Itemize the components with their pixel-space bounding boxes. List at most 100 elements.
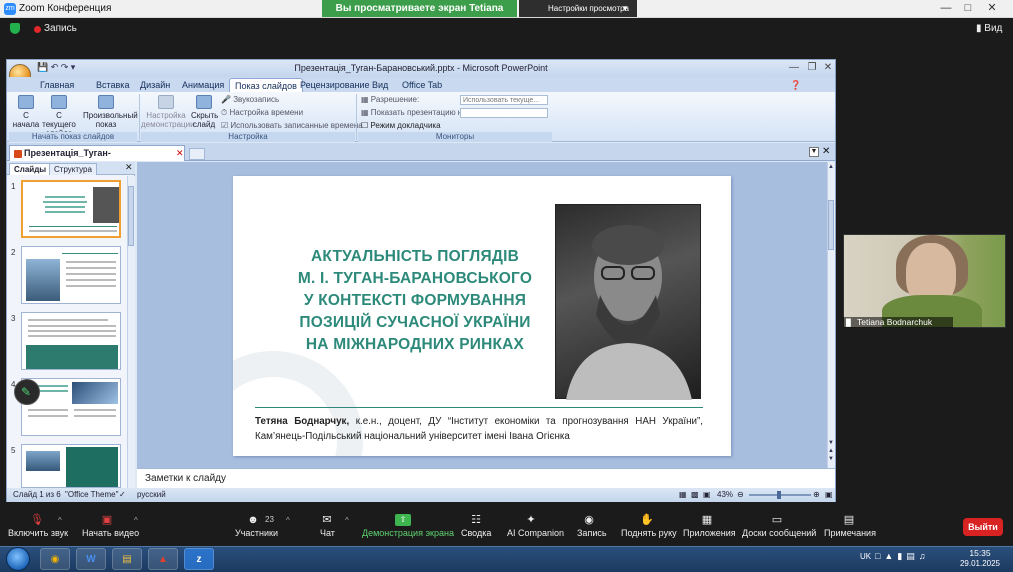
view-sorter-icon[interactable]: ▩ bbox=[691, 488, 699, 502]
custom-show-button[interactable]: Произвольный показ bbox=[83, 95, 138, 129]
chrome-icon[interactable]: ◉ bbox=[40, 548, 70, 570]
scroll-down-icon[interactable]: ▼ bbox=[828, 440, 834, 446]
document-tab[interactable]: Презентація_Туган-Барановський.pptx ✕ bbox=[9, 145, 185, 173]
windows-start-button[interactable] bbox=[6, 547, 30, 571]
setup-show-button[interactable]: Настройка демонстрации bbox=[141, 95, 195, 129]
zoom-taskbar-icon[interactable]: z bbox=[184, 548, 214, 570]
leave-button[interactable]: Выйти bbox=[963, 518, 1003, 536]
shield-icon[interactable] bbox=[10, 23, 20, 34]
raise-hand-icon[interactable]: ✋ bbox=[640, 514, 654, 526]
quick-access-toolbar[interactable]: 💾 ↶ ↷ ▾ bbox=[37, 62, 75, 73]
raise-hand-button[interactable]: Поднять руку bbox=[621, 528, 677, 538]
new-tab-button[interactable] bbox=[189, 148, 205, 160]
apps-button[interactable]: Приложения bbox=[683, 528, 736, 538]
prev-slide-icon[interactable]: ▲ bbox=[828, 448, 834, 454]
chat-button[interactable]: Чат bbox=[320, 528, 335, 538]
view-slideshow-icon[interactable]: ▣ bbox=[703, 488, 711, 502]
tab-insert[interactable]: Вставка bbox=[91, 78, 134, 92]
pane-close-icon[interactable]: ✕ bbox=[125, 162, 133, 173]
audio-options-icon[interactable]: ^ bbox=[58, 516, 62, 525]
minimize-icon[interactable]: — bbox=[936, 0, 956, 17]
tab-design[interactable]: Дизайн bbox=[135, 78, 175, 92]
ai-sparkle-icon[interactable]: ✦ bbox=[524, 514, 538, 526]
presenter-view-checkbox[interactable]: ☐ Режим докладчика bbox=[361, 121, 441, 130]
participants-icon[interactable]: ☻ bbox=[246, 514, 260, 526]
video-options-icon[interactable]: ^ bbox=[134, 516, 138, 525]
ppt-close-icon[interactable]: ✕ bbox=[819, 61, 837, 75]
language-label[interactable]: русский bbox=[137, 488, 166, 502]
clock-date[interactable]: 29.01.2025 bbox=[955, 559, 1005, 568]
tab-office-tab[interactable]: Office Tab bbox=[397, 78, 447, 92]
slide-thumbnail-5[interactable] bbox=[21, 444, 121, 488]
microphone-muted-icon[interactable]: 🎙 bbox=[30, 514, 44, 526]
maximize-icon[interactable]: □ bbox=[958, 0, 978, 17]
spellcheck-icon[interactable]: ✓ bbox=[119, 488, 126, 502]
fit-window-icon[interactable]: ▣ bbox=[825, 488, 833, 502]
help-icon[interactable]: ❓ bbox=[785, 78, 806, 92]
view-normal-icon[interactable]: ▦ bbox=[679, 488, 687, 502]
start-video-button[interactable]: Начать видео bbox=[82, 528, 139, 538]
share-screen-button[interactable]: Демонстрация экрана bbox=[362, 528, 454, 538]
boards-icon[interactable]: ▭ bbox=[770, 514, 784, 526]
notes-pane[interactable]: Заметки к слайду bbox=[137, 468, 835, 488]
next-slide-icon[interactable]: ▼ bbox=[828, 456, 834, 462]
recording-label[interactable]: Запись bbox=[44, 23, 77, 34]
tab-animation[interactable]: Анимация bbox=[177, 78, 229, 92]
video-off-icon[interactable]: ▣ bbox=[100, 514, 114, 526]
unmute-button[interactable]: Включить звук bbox=[8, 528, 68, 538]
participant-video[interactable] bbox=[843, 234, 1006, 328]
tab-home[interactable]: Главная bbox=[35, 78, 79, 92]
close-icon[interactable]: ✕ bbox=[982, 0, 1002, 17]
use-timings-checkbox[interactable]: ☑ Использовать записанные времена bbox=[221, 121, 363, 130]
tabs-dropdown-icon[interactable]: ▼ bbox=[809, 147, 819, 157]
record-button[interactable]: Запись bbox=[577, 528, 607, 538]
scroll-up-icon[interactable]: ▲ bbox=[828, 164, 834, 170]
zoom-slider-handle[interactable] bbox=[777, 491, 781, 499]
chat-icon[interactable]: ✉ bbox=[320, 514, 334, 526]
participants-button[interactable]: Участники bbox=[235, 528, 278, 538]
tray-icons[interactable]: □▲▮▤♫ bbox=[875, 551, 930, 562]
chat-options-icon[interactable]: ^ bbox=[345, 516, 349, 525]
boards-button[interactable]: Доски сообщений bbox=[742, 528, 816, 538]
close-document-icon[interactable]: ✕ bbox=[822, 146, 830, 157]
hide-slide-button[interactable]: Скрыть слайд bbox=[191, 95, 218, 129]
current-slide[interactable]: АКТУАЛЬНІСТЬ ПОГЛЯДІВ М. І. ТУГАН-БАРАНО… bbox=[233, 176, 731, 456]
view-options-button[interactable]: Настройки просмотра ▼ bbox=[519, 0, 637, 17]
tab-slides[interactable]: Слайды bbox=[9, 163, 52, 175]
record-icon[interactable]: ◉ bbox=[582, 514, 596, 526]
clock-time[interactable]: 15:35 bbox=[960, 548, 1000, 558]
zoom-out-icon[interactable]: ⊖ bbox=[737, 488, 744, 502]
resolution-select[interactable]: Использовать текуще... bbox=[460, 95, 548, 105]
zoom-in-icon[interactable]: ⊕ bbox=[813, 488, 820, 502]
zoom-level[interactable]: 43% bbox=[717, 488, 733, 502]
slide-thumbnail-1[interactable] bbox=[21, 180, 121, 238]
notes-icon[interactable]: ▤ bbox=[842, 514, 856, 526]
tab-slideshow[interactable]: Показ слайдов bbox=[229, 78, 303, 92]
tab-view[interactable]: Вид bbox=[367, 78, 393, 92]
tab-review[interactable]: Рецензирование bbox=[295, 78, 375, 92]
ai-companion-button[interactable]: AI Companion bbox=[507, 528, 564, 538]
slide-thumbnail-3[interactable] bbox=[21, 312, 121, 370]
portrait-photo[interactable] bbox=[555, 204, 701, 400]
tab-outline[interactable]: Структура bbox=[49, 163, 97, 175]
acrobat-icon[interactable]: ▲ bbox=[148, 548, 178, 570]
keyboard-language[interactable]: UK bbox=[860, 552, 871, 561]
explorer-folder-icon[interactable]: ▤ bbox=[112, 548, 142, 570]
show-on-select[interactable] bbox=[460, 108, 548, 118]
view-button[interactable]: ▮ Вид bbox=[976, 23, 1002, 34]
close-tab-icon[interactable]: ✕ bbox=[176, 146, 184, 161]
notes-button[interactable]: Примечания bbox=[824, 528, 876, 538]
ppt-minimize-icon[interactable]: — bbox=[785, 61, 803, 75]
word-icon[interactable]: W bbox=[76, 548, 106, 570]
summary-button[interactable]: Сводка bbox=[461, 528, 491, 538]
from-start-button[interactable]: С начала bbox=[11, 95, 41, 129]
summary-icon[interactable]: ☷ bbox=[469, 514, 483, 526]
share-screen-icon[interactable]: ⇧ bbox=[395, 514, 411, 526]
rehearse-timings-button[interactable]: ⏱ Настройка времени bbox=[221, 108, 303, 118]
record-narration-button[interactable]: 🎤 Звукозапись bbox=[221, 95, 279, 104]
slide-author-text[interactable]: Тетяна Боднарчук, к.е.н., доцент, ДУ “Ін… bbox=[255, 414, 703, 444]
pane-scroll-handle[interactable] bbox=[128, 186, 134, 246]
apps-icon[interactable]: ▦ bbox=[700, 514, 714, 526]
slide-title[interactable]: АКТУАЛЬНІСТЬ ПОГЛЯДІВ М. І. ТУГАН-БАРАНО… bbox=[265, 246, 565, 356]
slide-thumbnail-2[interactable] bbox=[21, 246, 121, 304]
